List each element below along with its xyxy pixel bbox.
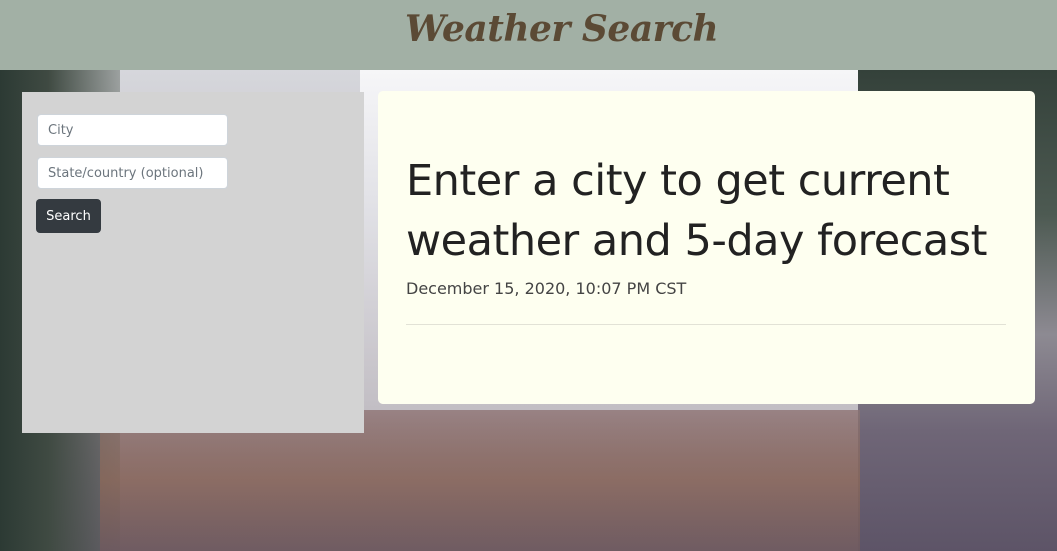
state-country-input[interactable] (37, 157, 228, 189)
city-input[interactable] (37, 114, 228, 146)
search-button[interactable]: Search (36, 199, 101, 233)
divider (406, 324, 1006, 325)
app-header: Weather Search (0, 0, 1057, 70)
current-datetime: December 15, 2020, 10:07 PM CST (406, 279, 687, 298)
page-title: Weather Search (405, 8, 719, 50)
weather-result-card: Enter a city to get current weather and … (378, 91, 1035, 404)
result-heading: Enter a city to get current weather and … (406, 156, 987, 266)
